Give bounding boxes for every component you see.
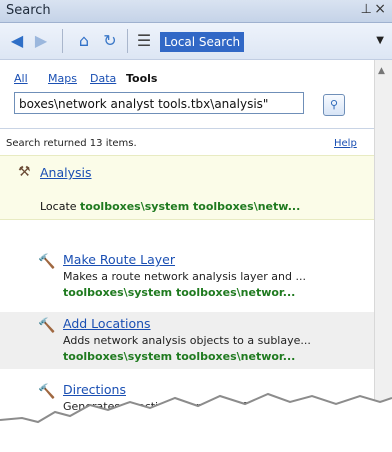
hammer-icon: 🔨 [38, 318, 56, 334]
back-arrow-icon[interactable]: ◀ [6, 30, 28, 52]
toolbar: ◀ ▶ ⌂ ↻ ☰ Local Search ▼ [0, 23, 392, 60]
result-item-directions[interactable]: 🔨 Directions Generates direction informa… [0, 380, 374, 452]
search-scope-dropdown[interactable]: Local Search ▼ [160, 32, 386, 52]
tab-tools[interactable]: Tools [126, 72, 157, 85]
result-path: toolboxes\system toolboxes\netw... [80, 200, 301, 213]
result-title[interactable]: Directions [63, 382, 126, 397]
result-item-analysis[interactable]: ⚒ Analysis Locate toolboxes\system toolb… [0, 155, 374, 220]
result-description: Generates direction information from a n… [63, 400, 311, 413]
refresh-icon[interactable]: ↻ [99, 30, 121, 52]
result-path: toolboxes\system toolboxes\networ... [63, 350, 296, 363]
tab-all[interactable]: All [14, 72, 28, 85]
toolbox-icon: ⚒ [18, 164, 31, 180]
result-item-add-locations[interactable]: 🔨 Add Locations Adds network analysis ob… [0, 312, 374, 369]
divider [0, 128, 374, 129]
result-title[interactable]: Analysis [40, 165, 92, 180]
list-view-icon[interactable]: ☰ [133, 30, 155, 52]
result-title[interactable]: Add Locations [63, 316, 151, 331]
results-count: Search returned 13 items. [6, 138, 137, 149]
result-item-make-route-layer[interactable]: 🔨 Make Route Layer Makes a route network… [0, 250, 374, 305]
title-bar: Search ⊥ × [0, 0, 392, 23]
vertical-scrollbar[interactable]: ▲ [374, 60, 392, 452]
result-location: Locate toolboxes\system toolboxes\netw..… [40, 200, 370, 213]
search-button[interactable]: ⚲ [323, 94, 345, 116]
scroll-up-icon[interactable]: ▲ [378, 66, 385, 76]
home-icon[interactable]: ⌂ [73, 30, 95, 52]
search-window: Search ⊥ × ◀ ▶ ⌂ ↻ ☰ Local Search ▼ ▲ Al… [0, 0, 392, 452]
result-description: Adds network analysis objects to a subla… [63, 334, 311, 347]
magnifier-icon: ⚲ [329, 98, 339, 111]
search-content: All Maps Data Tools boxes\network analys… [0, 60, 374, 452]
pin-icon[interactable]: ⊥ [361, 2, 372, 17]
hammer-icon: 🔨 [38, 384, 56, 400]
tab-maps[interactable]: Maps [48, 72, 77, 85]
chevron-down-icon[interactable]: ▼ [376, 35, 384, 46]
result-path: toolboxes\system toolboxes\networ... [63, 416, 296, 429]
search-scope-value: Local Search [160, 32, 245, 52]
result-path: toolboxes\system toolboxes\networ... [63, 286, 296, 299]
result-title[interactable]: Make Route Layer [63, 252, 175, 267]
help-link[interactable]: Help [334, 138, 357, 149]
forward-arrow-icon[interactable]: ▶ [30, 30, 52, 52]
tab-data[interactable]: Data [90, 72, 116, 85]
result-description: Makes a route network analysis layer and… [63, 270, 306, 283]
toolbar-separator [62, 29, 63, 53]
locate-label[interactable]: Locate [40, 200, 77, 213]
window-title: Search [6, 3, 51, 18]
close-icon[interactable]: × [374, 1, 386, 17]
hammer-icon: 🔨 [38, 254, 56, 270]
toolbar-separator [127, 29, 128, 53]
search-input[interactable]: boxes\network analyst tools.tbx\analysis… [14, 92, 304, 114]
